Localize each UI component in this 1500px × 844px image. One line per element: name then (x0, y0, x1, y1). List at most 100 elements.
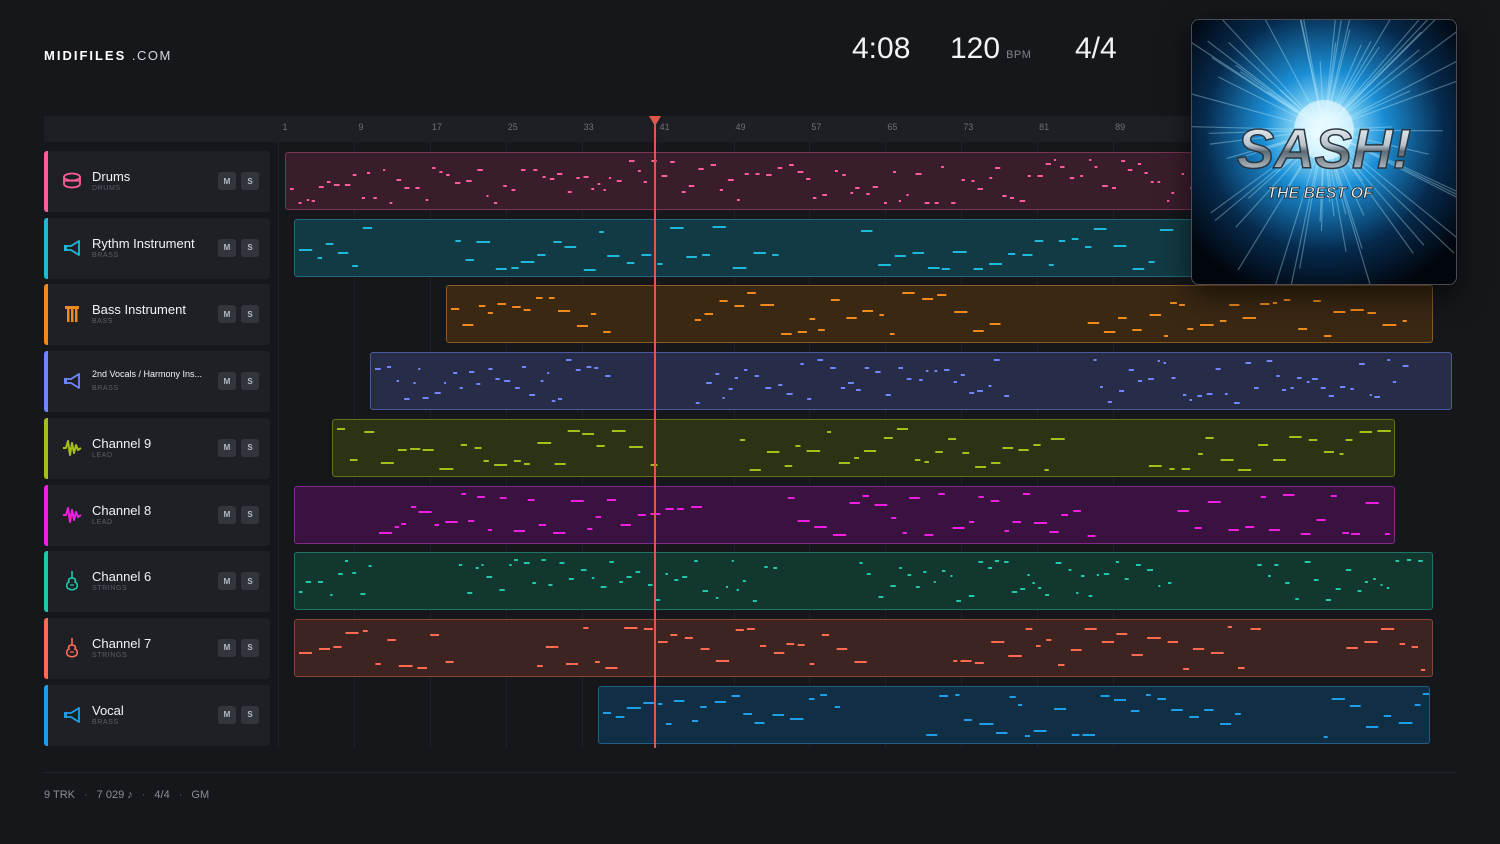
midi-clip[interactable] (332, 418, 1396, 477)
track-header[interactable]: Channel 8 LEAD M S (44, 484, 270, 546)
clip-notes (299, 559, 1424, 603)
bpm-unit: BPM (1006, 49, 1032, 61)
mute-button[interactable]: M (218, 505, 236, 524)
solo-button[interactable]: S (241, 305, 259, 324)
track-category: LEAD (92, 451, 113, 459)
clip-notes (451, 292, 1408, 338)
mute-button[interactable]: M (218, 638, 236, 657)
ruler-tick: 1 (282, 122, 288, 132)
ruler-tick: 73 (963, 122, 974, 132)
playhead[interactable] (649, 116, 661, 748)
ruler-tick: 9 (358, 122, 364, 132)
ruler-tick: 65 (887, 122, 898, 132)
track-header[interactable]: Channel 7 STRINGS M S (44, 617, 270, 679)
site-logo[interactable]: MIDIFILES .COM (44, 48, 172, 63)
clip-notes (299, 625, 1426, 671)
track-name: Channel 8 (92, 502, 152, 518)
solo-button[interactable]: S (241, 172, 259, 190)
waveform-icon (62, 437, 82, 459)
mute-button[interactable]: M (218, 172, 236, 190)
track-header[interactable]: 2nd Vocals / Harmony Ins... BRASS M S (44, 351, 270, 413)
album-artwork: SASH! THE BEST OF (1192, 20, 1456, 284)
midi-clip[interactable] (598, 685, 1431, 744)
mute-button[interactable]: M (218, 305, 236, 324)
track-name: Channel 6 (92, 569, 152, 585)
track-color-stripe (44, 484, 48, 546)
track-header[interactable]: Drums DRUMS M S (44, 151, 270, 212)
track-name: 2nd Vocals / Harmony Ins... (92, 369, 203, 380)
separator: · (141, 789, 146, 801)
track-header[interactable]: Channel 6 STRINGS M S (44, 551, 270, 613)
mute-button[interactable]: M (218, 238, 236, 257)
footer-divider (44, 772, 1456, 773)
song-duration: 4:08 (852, 32, 911, 65)
album-title-text: THE BEST OF (1267, 185, 1374, 202)
track-category: STRINGS (92, 585, 128, 593)
solo-button[interactable]: S (241, 238, 259, 257)
ruler-tick: 81 (1039, 122, 1050, 132)
violin-icon (62, 637, 82, 659)
footer-signature: 4/4 (154, 789, 170, 801)
solo-button[interactable]: S (241, 505, 259, 524)
clip-notes (379, 492, 1391, 537)
mute-button[interactable]: M (218, 705, 236, 724)
clip-notes (375, 359, 1409, 405)
clip-notes (603, 692, 1430, 738)
track-name: Channel 7 (92, 635, 152, 651)
midi-clip[interactable] (294, 552, 1434, 611)
note-count: 7 029 ♪ (96, 789, 133, 801)
track-category: LEAD (92, 518, 113, 526)
track-name: Rythm Instrument (92, 235, 195, 251)
drum-icon (62, 170, 82, 192)
tempo-display: 120 BPM (950, 32, 1031, 66)
midi-standard: GM (191, 789, 210, 801)
bpm-value: 120 (950, 32, 1001, 65)
bass-icon (62, 303, 82, 325)
violin-icon (62, 570, 82, 592)
footer-summary: 9 TRK · 7 029 ♪ · 4/4 · GM (44, 789, 209, 801)
track-category: BRASS (92, 385, 119, 393)
track-color-stripe (44, 217, 48, 279)
midi-clip[interactable] (370, 352, 1453, 411)
grid-line (278, 142, 279, 748)
ruler-tick: 89 (1115, 122, 1126, 132)
separator: · (178, 789, 183, 801)
track-name: Bass Instrument (92, 302, 186, 318)
midi-clip[interactable] (446, 285, 1434, 344)
track-header[interactable]: Vocal BRASS M S (44, 684, 270, 746)
track-count: 9 TRK (44, 789, 75, 801)
trumpet-icon (62, 704, 82, 726)
mute-button[interactable]: M (218, 438, 236, 457)
track-category: BRASS (92, 251, 119, 259)
track-color-stripe (44, 151, 48, 212)
track-name: Drums (92, 169, 131, 184)
album-cover: SASH! THE BEST OF (1191, 19, 1457, 285)
midi-clip[interactable] (294, 485, 1396, 544)
mute-button[interactable]: M (218, 372, 236, 391)
solo-button[interactable]: S (241, 705, 259, 724)
track-header[interactable]: Channel 9 LEAD M S (44, 417, 270, 479)
logo-suffix: .COM (131, 48, 172, 63)
solo-button[interactable]: S (241, 572, 259, 591)
solo-button[interactable]: S (241, 372, 259, 391)
ruler-tick: 41 (659, 122, 670, 132)
track-category: STRINGS (92, 651, 128, 659)
track-category: BASS (92, 318, 114, 326)
trumpet-icon (62, 237, 82, 259)
clip-notes (337, 427, 1392, 471)
track-name: Channel 9 (92, 435, 152, 451)
track-category: DRUMS (92, 185, 121, 192)
track-color-stripe (44, 417, 48, 479)
midi-clip[interactable] (294, 618, 1434, 677)
track-color-stripe (44, 617, 48, 679)
mute-button[interactable]: M (218, 572, 236, 591)
logo-bold: MIDIFILES (44, 48, 127, 63)
waveform-icon (62, 504, 82, 526)
track-header[interactable]: Rythm Instrument BRASS M S (44, 217, 270, 279)
track-header[interactable]: Bass Instrument BASS M S (44, 284, 270, 346)
solo-button[interactable]: S (241, 638, 259, 657)
track-color-stripe (44, 684, 48, 746)
ruler-tick: 33 (583, 122, 594, 132)
solo-button[interactable]: S (241, 438, 259, 457)
playhead-handle[interactable] (649, 116, 661, 126)
